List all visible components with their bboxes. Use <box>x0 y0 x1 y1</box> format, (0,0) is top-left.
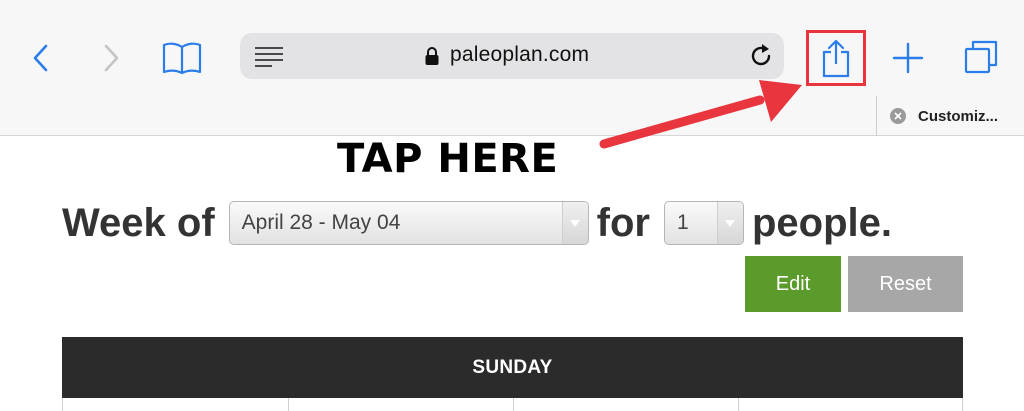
grid-divider <box>738 398 739 411</box>
url-text: paleoplan.com <box>450 43 590 66</box>
tabs-button[interactable] <box>960 36 1002 78</box>
address-bar[interactable]: paleoplan.com <box>240 33 784 79</box>
reload-icon[interactable] <box>748 43 774 69</box>
share-icon <box>822 39 850 77</box>
people-suffix-label: people. <box>751 200 892 245</box>
caret-down-icon <box>561 202 588 244</box>
plus-icon <box>892 42 924 74</box>
new-tab-button[interactable] <box>886 36 930 80</box>
bookmarks-button[interactable] <box>158 36 206 80</box>
week-prefix-label: Week of <box>62 200 215 245</box>
people-select[interactable]: 1 <box>663 201 744 245</box>
chevron-left-icon <box>33 44 48 72</box>
week-select-value: April 28 - May 04 <box>241 211 401 234</box>
day-header: SUNDAY <box>62 337 963 398</box>
book-icon <box>162 42 202 75</box>
reset-button[interactable]: Reset <box>848 256 963 312</box>
tab-customize[interactable]: Customiz... <box>890 104 998 128</box>
tab-divider <box>876 96 877 136</box>
screenshot: paleoplan.com Customiz... TAP HERE Week … <box>0 0 1024 411</box>
meal-grid-row <box>62 398 963 411</box>
tap-here-annotation: TAP HERE <box>337 136 559 182</box>
back-button[interactable] <box>22 38 60 78</box>
grid-divider <box>288 398 289 411</box>
people-select-value: 1 <box>676 211 689 234</box>
grid-divider <box>513 398 514 411</box>
day-header-label: SUNDAY <box>472 356 553 378</box>
reader-view-icon[interactable] <box>254 46 284 68</box>
caret-down-icon <box>716 202 743 244</box>
week-select[interactable]: April 28 - May 04 <box>228 201 589 245</box>
edit-button[interactable]: Edit <box>745 256 841 312</box>
week-selector-line: Week of April 28 - May 04 for 1 people. <box>62 196 892 250</box>
tabs-icon <box>964 40 998 74</box>
for-label: for <box>596 200 650 245</box>
browser-toolbar: paleoplan.com Customiz... <box>0 0 1024 136</box>
forward-button[interactable] <box>92 38 130 78</box>
close-icon[interactable] <box>890 108 906 124</box>
tab-label: Customiz... <box>918 107 999 125</box>
chevron-right-icon <box>104 44 119 72</box>
lock-icon <box>424 46 440 66</box>
share-button[interactable] <box>808 30 864 85</box>
